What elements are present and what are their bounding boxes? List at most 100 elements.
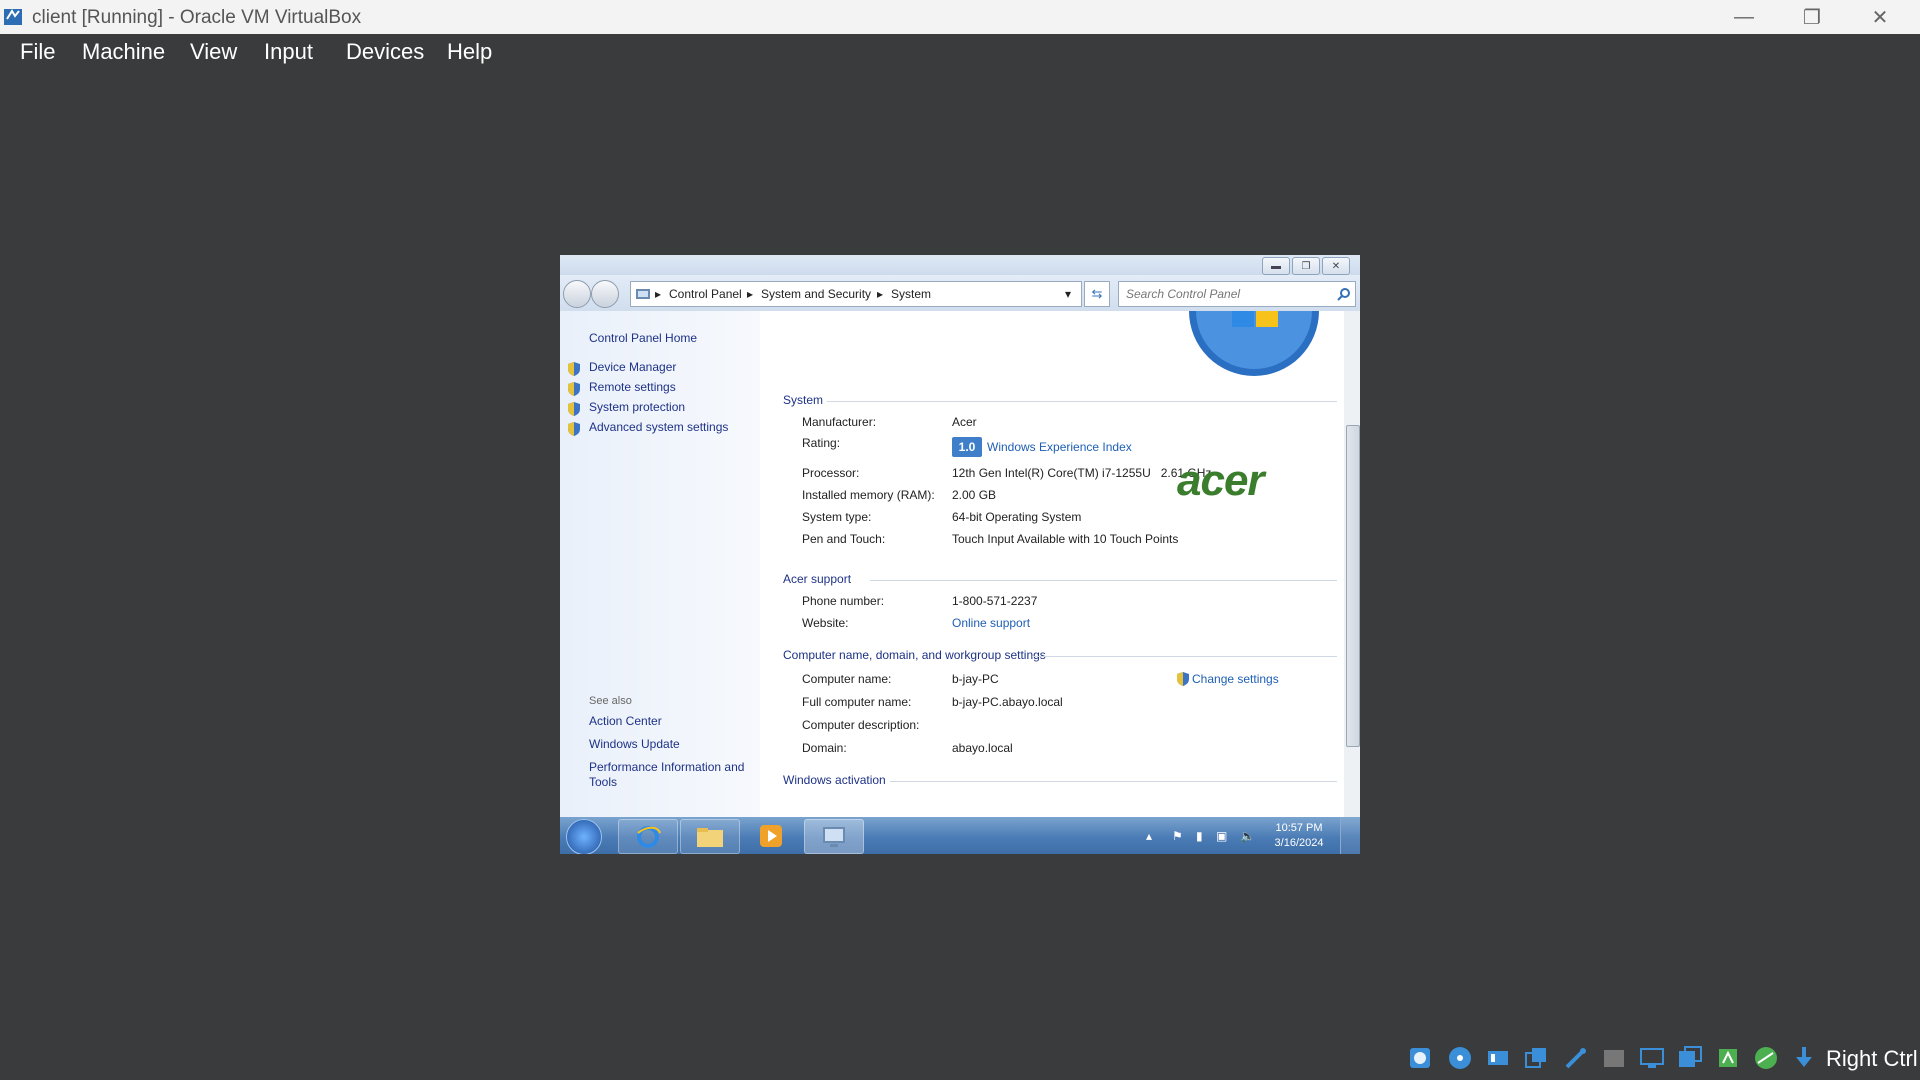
system-protection-link[interactable]: System protection <box>589 400 685 414</box>
phone-label: Phone number: <box>802 594 885 608</box>
system-type-label: System type: <box>802 510 872 524</box>
menu-view[interactable]: View <box>190 39 237 65</box>
refresh-button[interactable]: ⇆ <box>1084 281 1110 307</box>
guest-close-button[interactable]: ✕ <box>1322 257 1350 275</box>
menu-devices[interactable]: Devices <box>346 39 424 65</box>
computer-name-heading: Computer name, domain, and workgroup set… <box>783 648 1046 662</box>
usb-icon[interactable]: ▮ <box>1196 829 1203 843</box>
hard-disk-icon[interactable] <box>1407 1045 1433 1071</box>
see-also-label: See also <box>589 695 632 707</box>
minimize-button[interactable]: — <box>1710 0 1778 34</box>
computer-name-value: b-jay-PC <box>952 672 999 686</box>
remote-settings-link[interactable]: Remote settings <box>589 380 676 394</box>
computer-name-label: Computer name: <box>802 672 892 686</box>
host-menu-bar: File Machine View Input Devices Help <box>0 34 1920 70</box>
section-divider <box>870 580 1337 581</box>
forward-button[interactable] <box>591 280 619 308</box>
control-panel-home-link[interactable]: Control Panel Home <box>589 331 697 345</box>
taskbar-clock[interactable]: 10:57 PM 3/16/2024 <box>1266 821 1332 851</box>
search-icon[interactable] <box>1337 287 1351 301</box>
section-divider <box>890 781 1337 782</box>
manufacturer-value: Acer <box>952 415 977 429</box>
shield-icon <box>568 382 580 396</box>
audio-icon[interactable] <box>1485 1045 1511 1071</box>
action-center-link[interactable]: Action Center <box>589 714 662 728</box>
system-type-value: 64-bit Operating System <box>952 510 1082 524</box>
full-computer-name-label: Full computer name: <box>802 695 912 709</box>
domain-value: abayo.local <box>952 741 1013 755</box>
host-key-label: Right Ctrl <box>1826 1046 1918 1071</box>
menu-file[interactable]: File <box>20 39 55 65</box>
guest-restore-button[interactable]: ❐ <box>1292 257 1320 275</box>
menu-input[interactable]: Input <box>264 39 313 65</box>
breadcrumb-separator: ▸ <box>747 287 754 301</box>
change-settings-link[interactable]: Change settings <box>1192 672 1279 686</box>
rating-score-badge[interactable]: 1.0 <box>952 437 982 457</box>
windows-logo <box>1189 311 1319 376</box>
recording-icon[interactable] <box>1677 1045 1703 1071</box>
cpu-icon[interactable] <box>1715 1045 1741 1071</box>
media-player-icon[interactable] <box>742 819 800 852</box>
show-desktop-button[interactable] <box>1340 817 1360 854</box>
windows-update-link[interactable]: Windows Update <box>589 737 680 751</box>
breadcrumb-separator: ▸ <box>655 287 662 301</box>
back-button[interactable] <box>563 280 591 308</box>
scrollbar-thumb[interactable] <box>1346 425 1360 747</box>
shield-icon <box>568 402 580 416</box>
search-placeholder: Search Control Panel <box>1126 287 1241 301</box>
show-hidden-icons-icon[interactable]: ▴ <box>1146 829 1152 843</box>
ram-value: 2.00 GB <box>952 488 997 502</box>
device-manager-link[interactable]: Device Manager <box>589 360 676 374</box>
network-icon[interactable]: ▣ <box>1216 829 1227 843</box>
address-field[interactable]: ▸ Control Panel ▸ System and Security ▸ … <box>630 281 1082 307</box>
processor-value: 12th Gen Intel(R) Core(TM) i7-1255U 2.61… <box>952 466 1212 480</box>
shield-icon <box>568 422 580 436</box>
menu-help[interactable]: Help <box>447 39 492 65</box>
explorer-folder-icon[interactable] <box>680 819 740 854</box>
usb-devices-icon[interactable] <box>1563 1045 1589 1071</box>
section-divider <box>827 401 1337 402</box>
breadcrumb-system-security[interactable]: System and Security <box>761 287 871 301</box>
address-dropdown-icon[interactable]: ▾ <box>1065 287 1071 301</box>
domain-label: Domain: <box>802 741 847 755</box>
windows-activation-heading: Windows activation <box>783 773 886 787</box>
guest-screen[interactable]: ▬ ❐ ✕ ▸ Control Panel ▸ System and Secur… <box>560 255 1360 854</box>
shared-folders-icon[interactable] <box>1601 1045 1627 1071</box>
internet-explorer-icon[interactable] <box>618 819 678 854</box>
windows-experience-index-link[interactable]: Windows Experience Index <box>987 440 1132 454</box>
clock-date: 3/16/2024 <box>1274 837 1324 849</box>
website-label: Website: <box>802 616 849 630</box>
volume-icon[interactable]: 🔈 <box>1240 829 1255 843</box>
search-input[interactable]: Search Control Panel <box>1118 281 1356 307</box>
computer-description-label: Computer description: <box>802 718 920 732</box>
start-button[interactable] <box>566 819 602 854</box>
display-icon[interactable] <box>1639 1045 1665 1071</box>
restore-button[interactable]: ❐ <box>1778 0 1846 34</box>
pen-touch-value: Touch Input Available with 10 Touch Poin… <box>952 532 1179 546</box>
phone-value: 1-800-571-2237 <box>952 594 1038 608</box>
guest-minimize-button[interactable]: ▬ <box>1262 257 1290 275</box>
guest-window-titlebar: ▬ ❐ ✕ <box>560 255 1360 275</box>
virtualbox-icon <box>4 9 22 25</box>
menu-machine[interactable]: Machine <box>82 39 165 65</box>
control-panel-taskbar-icon[interactable] <box>804 819 864 854</box>
guest-additions-icon[interactable] <box>1753 1045 1779 1071</box>
advanced-system-settings-link[interactable]: Advanced system settings <box>589 420 728 434</box>
breadcrumb-control-panel[interactable]: Control Panel <box>669 287 742 301</box>
action-center-flag-icon[interactable]: ⚑ <box>1172 829 1183 843</box>
rating-label: Rating: <box>802 436 841 450</box>
acer-support-heading: Acer support <box>783 572 852 586</box>
manufacturer-label: Manufacturer: <box>802 415 877 429</box>
host-title-bar: client [Running] - Oracle VM VirtualBox … <box>0 0 1920 34</box>
breadcrumb-system[interactable]: System <box>891 287 931 301</box>
full-computer-name-value: b-jay-PC.abayo.local <box>952 695 1063 709</box>
system-section-heading: System <box>783 393 824 407</box>
optical-drive-icon[interactable] <box>1447 1045 1473 1071</box>
network-adapter-icon[interactable] <box>1523 1045 1549 1071</box>
close-button[interactable]: ✕ <box>1846 0 1914 34</box>
acer-logo: acer <box>1177 456 1265 505</box>
performance-info-link[interactable]: Performance Information and Tools <box>589 760 749 790</box>
shield-icon <box>1177 672 1189 686</box>
mouse-integration-icon[interactable] <box>1791 1045 1817 1071</box>
online-support-link[interactable]: Online support <box>952 616 1030 630</box>
